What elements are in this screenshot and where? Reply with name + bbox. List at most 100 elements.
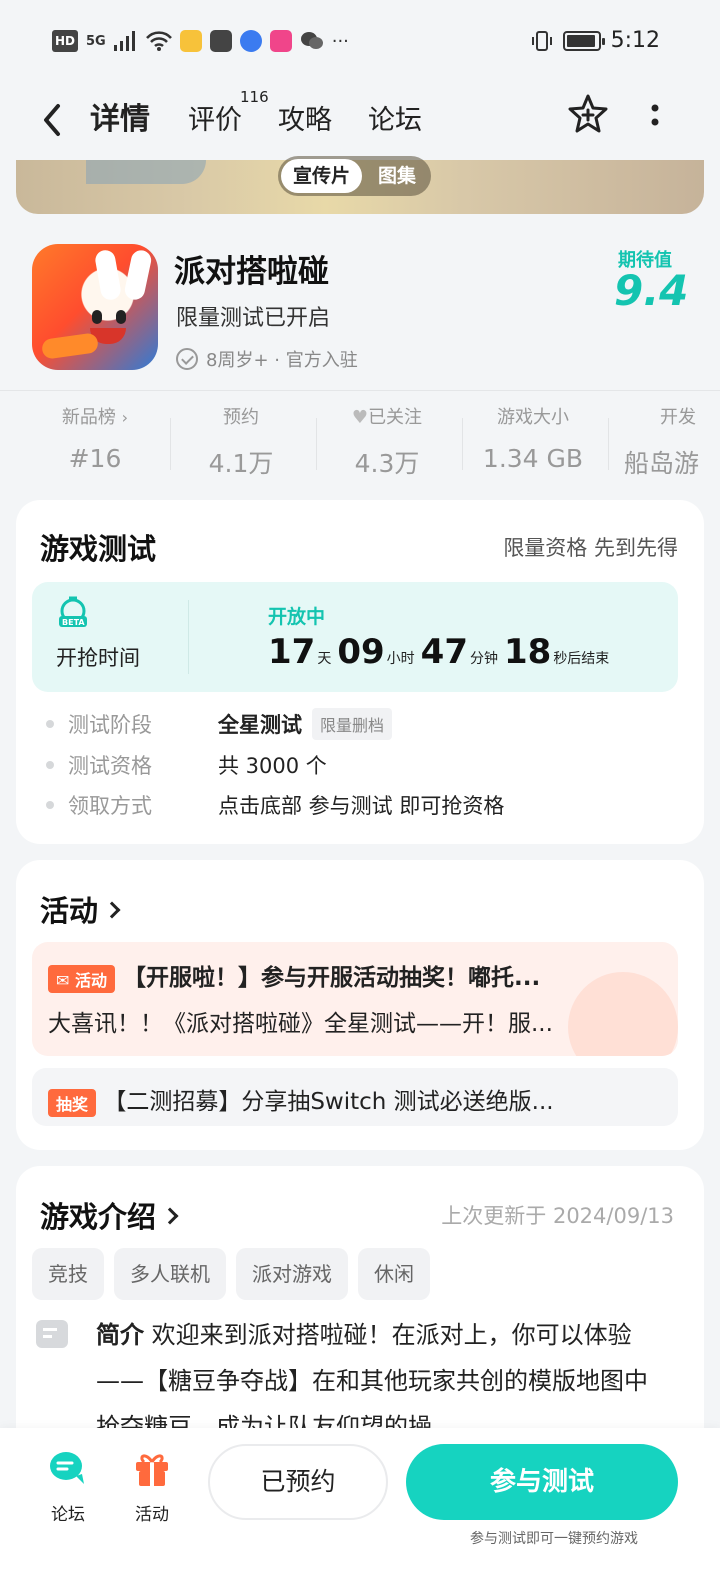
test-card-note: 限量资格 先到先得 xyxy=(503,536,678,560)
tag-chip[interactable]: 派对游戏 xyxy=(236,1248,348,1300)
intro-card-title[interactable]: 游戏介绍 xyxy=(40,1194,179,1236)
stat-value: 4.1万 xyxy=(208,449,274,478)
tab-forum[interactable]: 论坛 xyxy=(368,98,422,137)
countdown-minutes: 47 xyxy=(420,632,468,672)
stats-row: 新品榜 › #16 预约 4.1万 ♥已关注 4.3万 游戏大小 1.34 GB… xyxy=(0,404,720,484)
expect-value: 9.4 xyxy=(614,266,689,315)
forum-label: 论坛 xyxy=(51,1505,85,1525)
activity-button[interactable]: 活动 xyxy=(122,1448,182,1525)
bullet xyxy=(46,761,54,769)
signal-icon xyxy=(113,31,135,51)
countdown-hours: 09 xyxy=(337,632,385,672)
activity-tag: ✉ 活动 xyxy=(48,964,115,993)
bullet xyxy=(46,720,54,728)
activity-title: 【开服啦！】参与开服活动抽奖！嘟托... xyxy=(123,965,541,991)
beta-label: BETA xyxy=(62,618,85,627)
stat-label: 游戏大小 xyxy=(497,407,569,428)
game-meta: 8周岁+ · 官方入驻 xyxy=(176,346,358,372)
test-info-quota: 测试资格 共 3000 个 xyxy=(40,750,327,780)
grab-time-label: 开抢时间 xyxy=(56,646,140,670)
vibrate-icon xyxy=(531,30,552,51)
more-notifications: ··· xyxy=(331,30,349,52)
media-option-video[interactable]: 宣传片 xyxy=(281,159,363,193)
chevron-right-icon xyxy=(161,1207,179,1225)
app-blue-icon xyxy=(239,30,262,52)
more-icon[interactable] xyxy=(648,100,662,130)
countdown-divider xyxy=(188,600,189,674)
tag-chip[interactable]: 竞技 xyxy=(32,1248,104,1300)
bullet xyxy=(46,801,54,809)
reserved-button[interactable]: 已预约 xyxy=(208,1444,388,1520)
countdown-unit: 秒后结束 xyxy=(553,651,610,667)
bottom-bar: 论坛 活动 已预约 参与测试 参与测试即可一键预约游戏 xyxy=(0,1428,720,1592)
activity-title: 【二测招募】分享抽Switch 测试必送绝版... xyxy=(103,1089,554,1115)
activity-card-title[interactable]: 活动 xyxy=(40,888,121,930)
stat-developer[interactable]: 开发 船岛游 xyxy=(606,404,720,480)
countdown-unit: 小时 xyxy=(386,651,415,667)
chevron-right-icon xyxy=(103,901,121,919)
info-value: 全星测试 xyxy=(218,713,302,737)
countdown-seconds: 18 xyxy=(503,632,552,672)
join-note: 参与测试即可一键预约游戏 xyxy=(470,1531,638,1547)
chevron-right-icon: › xyxy=(121,408,129,427)
game-test-card: 游戏测试 限量资格 先到先得 BETA 开抢时间 开放中 17 天 09 小时 … xyxy=(16,500,704,844)
activity-item-2[interactable]: 抽奖 【二测招募】分享抽Switch 测试必送绝版... xyxy=(32,1068,678,1126)
activity-item-title: 抽奖 【二测招募】分享抽Switch 测试必送绝版... xyxy=(48,1082,554,1117)
age-official-text: 8周岁+ · 官方入驻 xyxy=(206,350,358,371)
game-subtitle: 限量测试已开启 xyxy=(176,306,331,331)
countdown-unit: 天 xyxy=(317,651,332,667)
tag-chip[interactable]: 休闲 xyxy=(358,1248,430,1300)
game-app-icon xyxy=(32,244,158,370)
media-option-gallery[interactable]: 图集 xyxy=(366,159,428,193)
info-key: 测试资格 xyxy=(68,754,152,778)
tag-list: 竞技 多人联机 派对游戏 休闲 xyxy=(32,1248,430,1300)
stat-size: 游戏大小 1.34 GB xyxy=(460,404,606,473)
back-icon[interactable] xyxy=(38,100,68,140)
test-info-method: 领取方式 点击底部 参与测试 即可抢资格 xyxy=(40,790,504,820)
wechat-icon xyxy=(300,32,323,49)
stat-label: 已关注 xyxy=(368,407,423,428)
info-value: 点击底部 参与测试 即可抢资格 xyxy=(218,794,505,818)
activity-item-1[interactable]: ✉ 活动 【开服啦！】参与开服活动抽奖！嘟托... 大喜讯！！《派对搭啦碰》全星… xyxy=(32,942,678,1056)
countdown-timer: 17 天 09 小时 47 分钟 18 秒后结束 xyxy=(268,632,613,672)
tag-chip[interactable]: 多人联机 xyxy=(114,1248,226,1300)
update-note: 上次更新于 2024/09/13 xyxy=(441,1204,674,1228)
open-status: 开放中 xyxy=(268,606,326,628)
info-key: 测试阶段 xyxy=(68,713,152,737)
verified-check-icon xyxy=(176,348,198,370)
game-title: 派对搭啦碰 xyxy=(174,254,329,290)
review-count-badge: 116 xyxy=(240,88,269,106)
test-card-title: 游戏测试 xyxy=(40,532,157,566)
doc-icon xyxy=(36,1320,68,1348)
stat-new-rank[interactable]: 新品榜 › #16 xyxy=(22,404,168,473)
upload-icon xyxy=(209,30,232,52)
divider xyxy=(0,390,720,391)
activity-item-title: ✉ 活动 【开服啦！】参与开服活动抽奖！嘟托... xyxy=(48,958,540,993)
favorite-star-icon[interactable] xyxy=(566,92,610,136)
delete-data-tag: 限量删档 xyxy=(312,708,393,740)
stat-value: 1.34 GB xyxy=(482,444,584,473)
activity-tag-label: 活动 xyxy=(74,970,107,990)
activity-decoration xyxy=(568,972,678,1056)
tab-guides[interactable]: 攻略 xyxy=(278,98,332,137)
stat-reservations: 预约 4.1万 xyxy=(168,404,314,480)
wifi-icon xyxy=(145,31,172,51)
stat-followers: ♥已关注 4.3万 xyxy=(314,404,460,480)
stat-value: 4.3万 xyxy=(354,449,420,478)
stat-value: 船岛游 xyxy=(624,449,700,478)
forum-button[interactable]: 论坛 xyxy=(38,1448,98,1525)
gift-icon xyxy=(136,1454,168,1486)
stat-label: 新品榜 xyxy=(61,407,116,428)
weibo-icon xyxy=(179,30,202,52)
tab-reviews[interactable]: 评价 xyxy=(188,98,242,137)
status-bar: HD 5G ··· 5:12 xyxy=(0,0,720,84)
info-key: 领取方式 xyxy=(68,794,152,818)
countdown-days: 17 xyxy=(268,632,316,672)
tab-details[interactable]: 详情 xyxy=(86,94,154,138)
activity-item-desc: 大喜讯！！《派对搭啦碰》全星测试——开！服... xyxy=(48,1011,553,1037)
stat-label: 预约 xyxy=(223,407,259,428)
media-toggle: 宣传片 图集 xyxy=(278,156,432,196)
join-test-button[interactable]: 参与测试 xyxy=(406,1444,678,1520)
activity-title-text: 活动 xyxy=(40,894,99,928)
heart-icon: ♥ xyxy=(351,407,369,428)
